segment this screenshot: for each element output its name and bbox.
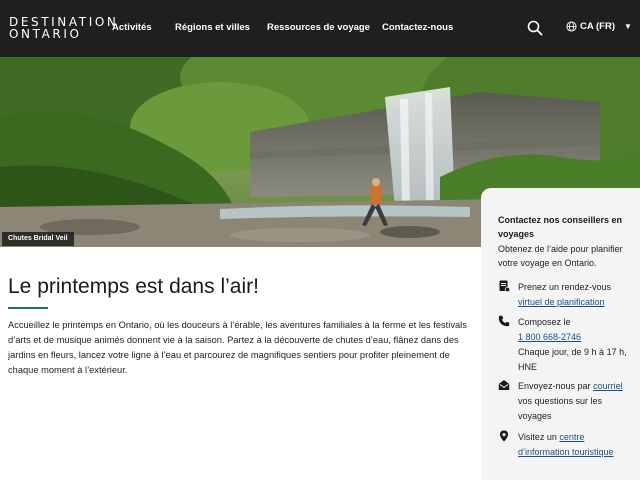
site-logo[interactable]: DESTINATION ONTARIO [9,16,118,40]
title-divider [8,307,48,309]
search-button[interactable] [527,20,543,36]
phone-link[interactable]: 1 800 668-2746 [518,332,581,342]
nav-contactez-nous[interactable]: Contactez-nous [382,22,453,33]
envelope-icon [498,380,510,390]
language-label: CA (FR) [580,21,615,32]
language-selector[interactable]: CA (FR) ▼ [566,21,632,32]
appointment-text: Prenez un rendez-vous [518,282,612,292]
page-title: Le printemps est dans l’air! [8,275,259,298]
photo-caption: Chutes Bridal Veil [2,232,74,246]
search-icon [527,20,543,36]
chevron-down-icon: ▼ [624,22,632,31]
intro-paragraph: Accueillez le printemps en Ontario, où l… [8,320,467,375]
contact-card-subtitle: Obtenez de l’aide pour planifier votre v… [498,244,623,268]
phone-text: Composez le [518,317,571,327]
site-header: DESTINATION ONTARIO Activités Régions et… [0,0,640,57]
email-link[interactable]: courriel [593,381,623,391]
location-pin-icon [500,430,508,442]
nav-regions-villes[interactable]: Régions et villes [175,22,250,33]
location-text: Visitez un [518,432,557,442]
logo-line-2: ONTARIO [9,27,82,41]
email-text-after: vos questions sur les voyages [518,396,603,421]
nav-activites[interactable]: Activités [112,22,152,33]
contact-card-title: Contactez nos conseillers en voyages [498,215,623,239]
globe-icon [566,21,577,32]
phone-icon [498,315,510,327]
email-text: Envoyez-nous par [518,381,591,391]
appointment-icon [499,280,510,292]
phone-hours: Chaque jour, de 9 h à 17 h, HNE [518,347,627,372]
appointment-link[interactable]: virtuel de planification [518,297,605,307]
nav-ressources-voyage[interactable]: Ressources de voyage [267,22,370,33]
